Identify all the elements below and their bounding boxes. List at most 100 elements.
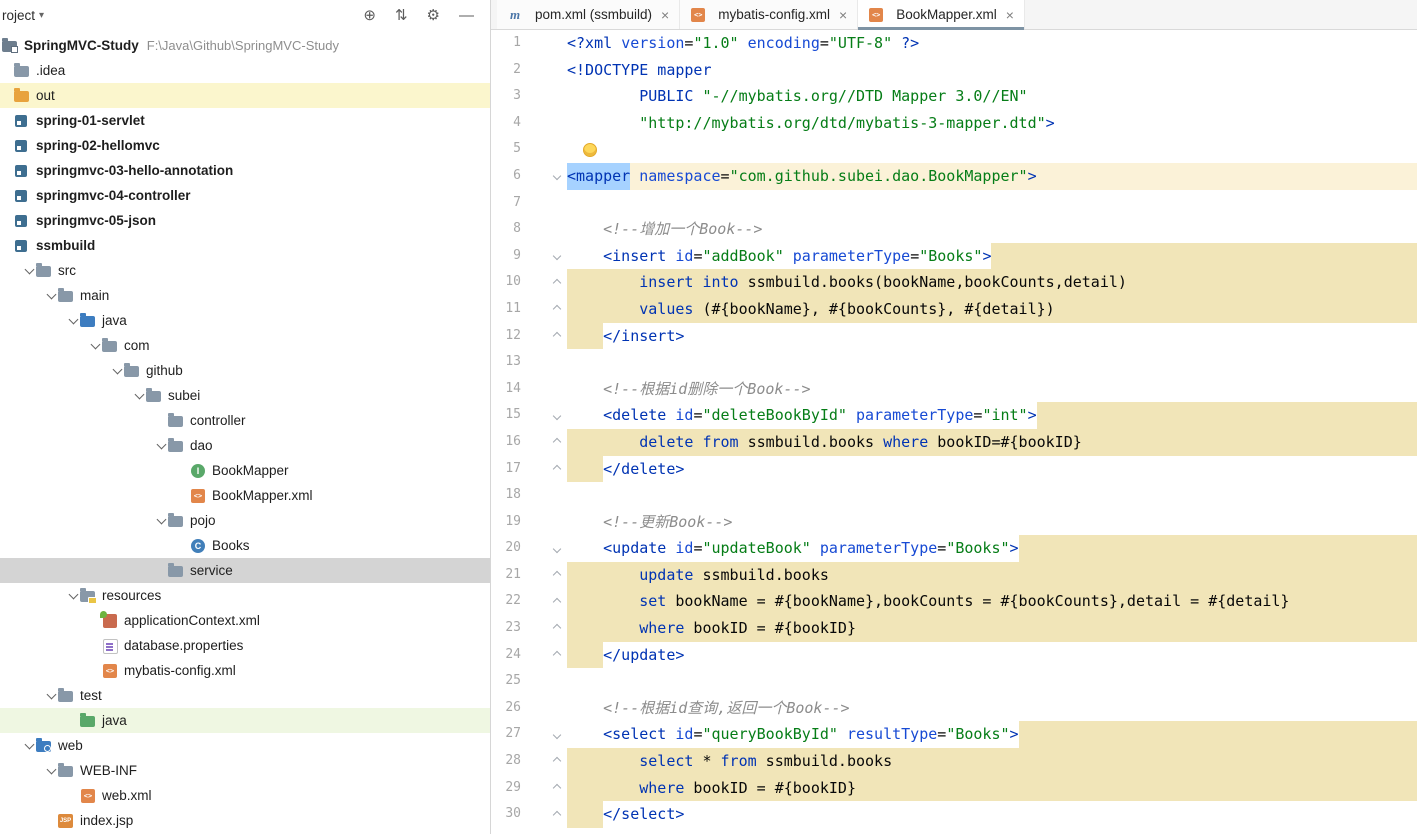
tree-item-index-jsp[interactable]: JSPindex.jsp — [0, 808, 490, 833]
code-line[interactable]: 18 — [491, 482, 1417, 509]
code-line[interactable]: 3 PUBLIC "-//mybatis.org//DTD Mapper 3.0… — [491, 83, 1417, 110]
line-number[interactable]: 28 — [491, 748, 521, 775]
code-line[interactable]: 20 <update id="updateBook" parameterType… — [491, 535, 1417, 562]
code-text[interactable]: </delete> — [567, 456, 1417, 483]
code-text[interactable]: </update> — [567, 642, 1417, 669]
tree-expander-chevron-icon[interactable] — [22, 743, 36, 748]
code-text[interactable] — [567, 136, 1417, 163]
close-icon[interactable]: × — [839, 7, 847, 23]
tree-item-com[interactable]: com — [0, 333, 490, 358]
tree-expander-chevron-icon[interactable] — [66, 593, 80, 598]
code-text[interactable]: "http://mybatis.org/dtd/mybatis-3-mapper… — [567, 110, 1417, 137]
tree-expander-chevron-icon[interactable] — [44, 693, 58, 698]
code-text[interactable]: where bookID = #{bookID} — [567, 775, 1417, 802]
fold-marker-icon[interactable] — [521, 535, 567, 562]
code-line[interactable]: 7 — [491, 190, 1417, 217]
code-line[interactable]: 11 values (#{bookName}, #{bookCounts}, #… — [491, 296, 1417, 323]
line-number[interactable]: 27 — [491, 721, 521, 748]
editor-tab[interactable]: <>mybatis-config.xml× — [680, 0, 858, 29]
line-number[interactable]: 2 — [491, 57, 521, 84]
code-text[interactable] — [567, 828, 1417, 834]
line-number[interactable]: 9 — [491, 243, 521, 270]
tree-expander-chevron-icon[interactable] — [132, 393, 146, 398]
collapse-all-icon[interactable]: ⇅ — [395, 8, 408, 23]
code-text[interactable] — [567, 349, 1417, 376]
code-text[interactable]: </select> — [567, 801, 1417, 828]
line-number[interactable]: 13 — [491, 349, 521, 376]
tree-item-bookmapper[interactable]: IBookMapper — [0, 458, 490, 483]
code-text[interactable]: update ssmbuild.books — [567, 562, 1417, 589]
line-number[interactable]: 23 — [491, 615, 521, 642]
tree-expander-chevron-icon[interactable] — [44, 768, 58, 773]
tree-item-springmvc-05-json[interactable]: springmvc-05-json — [0, 208, 490, 233]
code-line[interactable]: 21 update ssmbuild.books — [491, 562, 1417, 589]
code-text[interactable]: <insert id="addBook" parameterType="Book… — [567, 243, 1417, 270]
locate-file-icon[interactable]: ⊕ — [363, 8, 376, 23]
tree-item-pojo[interactable]: pojo — [0, 508, 490, 533]
code-line[interactable]: 19 <!--更新Book--> — [491, 509, 1417, 536]
tree-expander-chevron-icon[interactable] — [22, 268, 36, 273]
fold-marker-icon[interactable] — [521, 456, 567, 483]
code-line[interactable]: 14 <!--根据id删除一个Book--> — [491, 376, 1417, 403]
code-text[interactable]: <!--根据id查询,返回一个Book--> — [567, 695, 1417, 722]
code-text[interactable] — [567, 482, 1417, 509]
fold-marker-icon[interactable] — [521, 429, 567, 456]
settings-gear-icon[interactable]: ⚙ — [427, 8, 440, 23]
tree-item-github[interactable]: github — [0, 358, 490, 383]
tree-item-books[interactable]: CBooks — [0, 533, 490, 558]
code-line[interactable]: 23 where bookID = #{bookID} — [491, 615, 1417, 642]
line-number[interactable]: 14 — [491, 376, 521, 403]
code-line[interactable]: 6<mapper namespace="com.github.subei.dao… — [491, 163, 1417, 190]
code-line[interactable]: 12 </insert> — [491, 323, 1417, 350]
line-number[interactable]: 16 — [491, 429, 521, 456]
code-line[interactable]: 25 — [491, 668, 1417, 695]
tree-item-bookmapper-xml[interactable]: <>BookMapper.xml — [0, 483, 490, 508]
code-line[interactable]: 16 delete from ssmbuild.books where book… — [491, 429, 1417, 456]
tree-item-java[interactable]: java — [0, 308, 490, 333]
fold-marker-icon[interactable] — [521, 243, 567, 270]
code-text[interactable]: <?xml version="1.0" encoding="UTF-8" ?> — [567, 30, 1417, 57]
code-text[interactable]: <update id="updateBook" parameterType="B… — [567, 535, 1417, 562]
editor[interactable]: 1 <?xml version="1.0" encoding="UTF-8" ?>… — [491, 30, 1417, 834]
tree-item-web-xml[interactable]: <>web.xml — [0, 783, 490, 808]
fold-marker-icon[interactable] — [521, 642, 567, 669]
tree-item-test[interactable]: test — [0, 683, 490, 708]
tree-item-resources[interactable]: resources — [0, 583, 490, 608]
code-line[interactable]: 17 </delete> — [491, 456, 1417, 483]
code-text[interactable]: values (#{bookName}, #{bookCounts}, #{de… — [567, 296, 1417, 323]
code-line[interactable]: 15 <delete id="deleteBookById" parameter… — [491, 402, 1417, 429]
line-number[interactable]: 29 — [491, 775, 521, 802]
line-number[interactable]: 1 — [491, 30, 521, 57]
tree-item-src[interactable]: src — [0, 258, 490, 283]
code-line[interactable]: 9 <insert id="addBook" parameterType="Bo… — [491, 243, 1417, 270]
line-number[interactable]: 6 — [491, 163, 521, 190]
tree-expander-chevron-icon[interactable] — [66, 318, 80, 323]
line-number[interactable]: 31 — [491, 828, 521, 834]
tree-item-ssmbuild[interactable]: ssmbuild — [0, 233, 490, 258]
code-line[interactable]: 4 "http://mybatis.org/dtd/mybatis-3-mapp… — [491, 110, 1417, 137]
code-text[interactable]: <!--增加一个Book--> — [567, 216, 1417, 243]
tree-item-service[interactable]: service — [0, 558, 490, 583]
tree-item-mybatis-config-xml[interactable]: <>mybatis-config.xml — [0, 658, 490, 683]
editor-tab[interactable]: mpom.xml (ssmbuild)× — [497, 0, 680, 29]
code-text[interactable]: </insert> — [567, 323, 1417, 350]
line-number[interactable]: 24 — [491, 642, 521, 669]
tree-expander-chevron-icon[interactable] — [44, 293, 58, 298]
tree-item-springmvc-study[interactable]: SpringMVC-StudyF:\Java\Github\SpringMVC-… — [0, 33, 490, 58]
code-line[interactable]: 31 — [491, 828, 1417, 834]
tree-expander-chevron-icon[interactable] — [154, 518, 168, 523]
code-line[interactable]: 10 insert into ssmbuild.books(bookName,b… — [491, 269, 1417, 296]
tree-item-web-inf[interactable]: WEB-INF — [0, 758, 490, 783]
code-text[interactable]: <select id="queryBookById" resultType="B… — [567, 721, 1417, 748]
tree-item-springmvc-04-controller[interactable]: springmvc-04-controller — [0, 183, 490, 208]
tree-item-spring-01-servlet[interactable]: spring-01-servlet — [0, 108, 490, 133]
line-number[interactable]: 5 — [491, 136, 521, 163]
code-line[interactable]: 28 select * from ssmbuild.books — [491, 748, 1417, 775]
code-text[interactable]: where bookID = #{bookID} — [567, 615, 1417, 642]
code-line[interactable]: 1 <?xml version="1.0" encoding="UTF-8" ?> — [491, 30, 1417, 57]
code-text[interactable]: PUBLIC "-//mybatis.org//DTD Mapper 3.0//… — [567, 83, 1417, 110]
fold-marker-icon[interactable] — [521, 775, 567, 802]
line-number[interactable]: 21 — [491, 562, 521, 589]
code-text[interactable]: select * from ssmbuild.books — [567, 748, 1417, 775]
code-line[interactable]: 5 — [491, 136, 1417, 163]
